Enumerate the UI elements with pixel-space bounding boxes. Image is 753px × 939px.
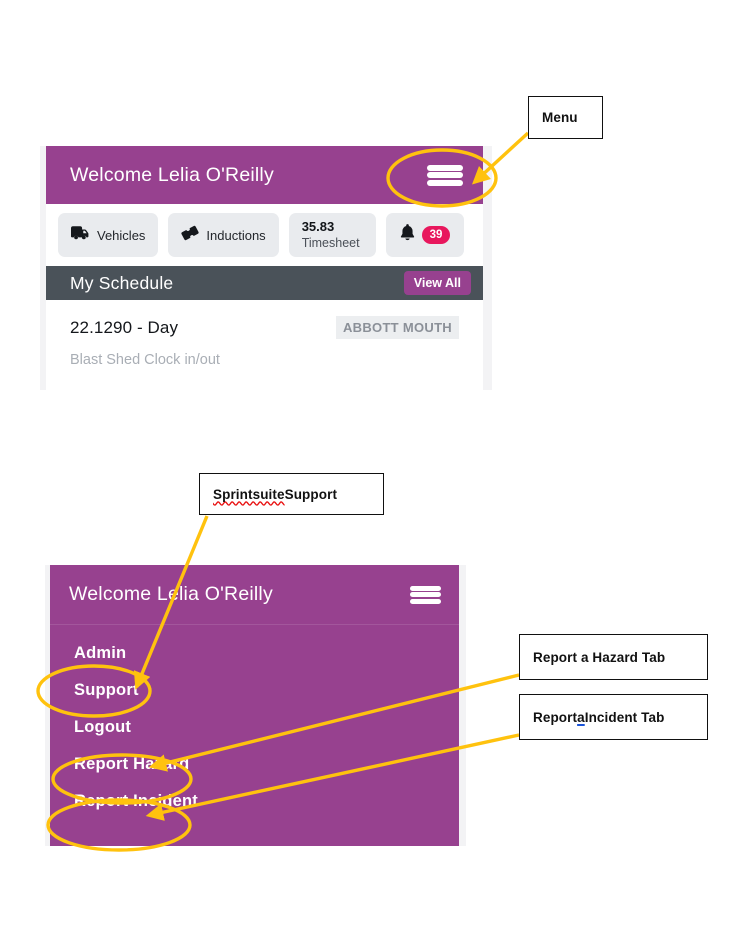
menu-screenshot: Welcome Lelia O'Reilly Admin Support Log… xyxy=(45,565,466,846)
dashboard-app-header: Welcome Lelia O'Reilly xyxy=(46,146,483,204)
schedule-row[interactable]: 22.1290 - Day ABBOTT MOUTH xyxy=(70,316,459,339)
hamburger-bar-3 xyxy=(427,179,463,186)
hamburger-bar-2 xyxy=(427,172,463,178)
menu-app-header: Welcome Lelia O'Reilly xyxy=(50,565,459,624)
dashboard-welcome-text: Welcome Lelia O'Reilly xyxy=(70,163,274,186)
timesheet-label: Timesheet xyxy=(301,235,360,250)
hamburger-bar-1 xyxy=(427,164,463,171)
timesheet-value: 35.83 xyxy=(301,218,335,234)
callout-incident-grammar-flag: a xyxy=(577,709,585,725)
hamburger-bar-3 xyxy=(410,598,441,604)
quick-action-vehicles-label: Vehicles xyxy=(97,227,146,243)
truck-icon xyxy=(71,225,90,245)
callout-support-misspelled-word: Sprintsuite xyxy=(213,486,285,502)
quick-action-timesheet[interactable]: 35.83 Timesheet xyxy=(288,213,376,257)
callout-report-incident-tab: Report a Incident Tab xyxy=(519,694,708,740)
schedule-entry-title: 22.1290 - Day xyxy=(70,317,179,337)
menu-item-logout[interactable]: Logout xyxy=(50,709,459,746)
dashboard-screenshot: Welcome Lelia O'Reilly Vehicles Inductio… xyxy=(40,146,492,390)
dashboard-app-viewport: Welcome Lelia O'Reilly Vehicles Inductio… xyxy=(46,146,483,390)
menu-item-support[interactable]: Support xyxy=(50,672,459,709)
callout-menu: Menu xyxy=(528,96,603,139)
hamburger-bar-2 xyxy=(410,592,441,597)
callout-hazard-label: Report a Hazard Tab xyxy=(533,649,666,665)
menu-item-admin[interactable]: Admin xyxy=(50,635,459,672)
my-schedule-section-bar: My Schedule View All xyxy=(46,266,483,300)
callout-report-hazard-tab: Report a Hazard Tab xyxy=(519,634,708,680)
callout-incident-label-before: Report xyxy=(533,709,578,725)
hamburger-icon[interactable] xyxy=(427,162,463,189)
menu-item-report-incident[interactable]: Report Incident xyxy=(50,783,459,820)
callout-sprintsuite-support: Sprintsuite Support xyxy=(199,473,384,515)
quick-actions-row: Vehicles Inductions 35.83 Timesheet 39 xyxy=(46,204,483,266)
quick-action-notifications[interactable]: 39 xyxy=(385,213,465,257)
hamburger-bar-1 xyxy=(410,585,441,591)
hamburger-icon[interactable] xyxy=(410,583,441,607)
view-all-button[interactable]: View All xyxy=(403,271,471,295)
ticket-icon xyxy=(181,225,200,246)
my-schedule-title: My Schedule xyxy=(70,272,174,293)
bell-icon xyxy=(400,224,415,246)
menu-app-viewport: Welcome Lelia O'Reilly Admin Support Log… xyxy=(50,565,459,846)
schedule-entry-subtitle: Blast Shed Clock in/out xyxy=(70,352,220,368)
menu-welcome-text: Welcome Lelia O'Reilly xyxy=(69,583,273,605)
schedule-list: 22.1290 - Day ABBOTT MOUTH Blast Shed Cl… xyxy=(46,300,483,368)
callout-menu-label: Menu xyxy=(542,110,578,125)
notification-count-badge: 39 xyxy=(421,225,451,245)
quick-action-vehicles[interactable]: Vehicles xyxy=(58,213,159,257)
callout-incident-label-after: Incident Tab xyxy=(584,709,665,725)
menu-item-report-hazard[interactable]: Report Hazard xyxy=(50,746,459,783)
quick-action-inductions-label: Inductions xyxy=(206,227,266,243)
menu-list: Admin Support Logout Report Hazard Repor… xyxy=(50,625,459,828)
schedule-entry-site-badge: ABBOTT MOUTH xyxy=(335,316,459,339)
quick-action-inductions[interactable]: Inductions xyxy=(168,213,279,257)
callout-support-label-rest: Support xyxy=(284,486,338,502)
